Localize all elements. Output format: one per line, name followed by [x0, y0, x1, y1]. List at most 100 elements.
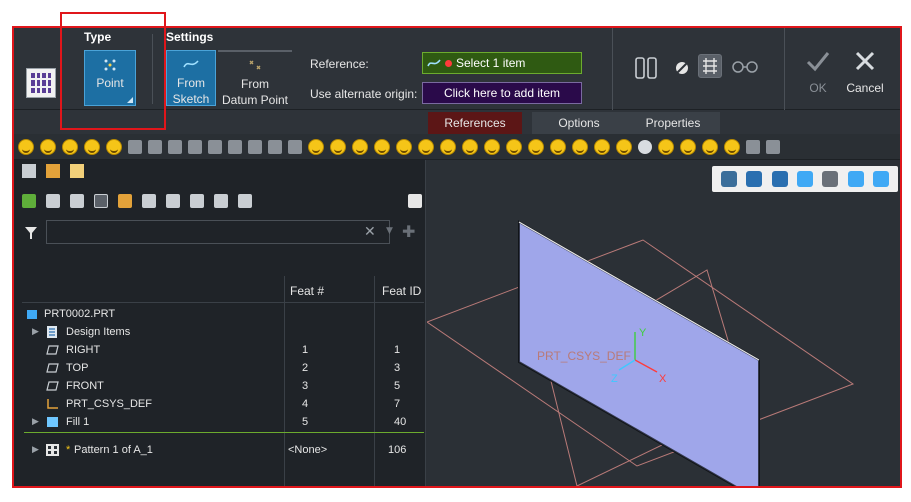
expand-arrow-icon[interactable]: ▶ — [32, 444, 39, 455]
smiley-icon[interactable] — [352, 138, 368, 155]
smiley-icon[interactable] — [84, 138, 100, 155]
measure-icon[interactable] — [746, 139, 760, 154]
ok-label: OK — [809, 81, 827, 95]
sphere-icon[interactable] — [638, 139, 652, 154]
smiley-icon[interactable] — [680, 138, 696, 155]
filter-icon[interactable] — [24, 226, 38, 240]
table-icon[interactable] — [166, 194, 180, 208]
smiley-icon[interactable] — [330, 138, 346, 155]
tab-references[interactable]: References — [428, 112, 522, 134]
window-icon[interactable] — [248, 139, 262, 154]
smiley-icon[interactable] — [702, 138, 718, 155]
graphics-viewport[interactable]: PRT_CSYS_DEF Y X Z — [427, 160, 900, 486]
header-divider — [22, 302, 424, 303]
from-sketch-button[interactable]: From Sketch — [166, 50, 216, 106]
tree-filter-icon[interactable] — [94, 194, 108, 208]
tree-item-name: Fill 1 — [66, 416, 90, 428]
smiley-icon[interactable] — [62, 138, 78, 155]
design-items-icon — [47, 326, 57, 338]
feat-id: 1 — [394, 344, 401, 356]
no-preview-icon[interactable] — [672, 58, 696, 82]
tree-row-design-items[interactable]: ▶ Design Items — [14, 324, 424, 342]
tab-options[interactable]: Options — [532, 112, 626, 134]
column-header-feat-num[interactable]: Feat # — [290, 284, 324, 298]
smiley-icon[interactable] — [440, 138, 456, 155]
cancel-button[interactable]: Cancel — [840, 50, 890, 95]
document-icon[interactable] — [408, 194, 422, 208]
feature-preview-icon[interactable] — [698, 54, 722, 78]
tree-item-name: PRT0002.PRT — [44, 308, 116, 320]
show-icon[interactable] — [142, 194, 156, 208]
smiley-icon[interactable] — [528, 138, 544, 155]
structure-icon[interactable] — [238, 194, 252, 208]
insert-here-line[interactable] — [24, 432, 424, 433]
list-icon[interactable] — [46, 194, 60, 208]
sketch-icon — [427, 59, 441, 67]
smiley-icon[interactable] — [418, 138, 434, 155]
smiley-icon[interactable] — [308, 138, 324, 155]
chevron-down-icon[interactable]: ▼ — [386, 226, 393, 236]
from-datum-label-line2: Datum Point — [221, 93, 289, 107]
ok-button[interactable]: OK — [798, 50, 838, 95]
save-icon[interactable] — [168, 139, 182, 154]
from-datum-point-button[interactable]: From Datum Point — [218, 50, 292, 107]
tree-item-name: FRONT — [66, 380, 104, 392]
tree-row-part[interactable]: PRT0002.PRT — [14, 306, 424, 324]
model-tree-tab-icon[interactable] — [22, 164, 36, 178]
add-filter-icon[interactable]: ✚ — [402, 222, 415, 241]
clear-search-icon[interactable]: ✕ — [364, 224, 376, 240]
reference-collector[interactable]: Select 1 item — [422, 52, 582, 74]
tree-row-right[interactable]: RIGHT 1 1 — [14, 342, 424, 360]
cancel-label: Cancel — [846, 81, 884, 95]
tab-properties[interactable]: Properties — [626, 112, 720, 134]
tree-row-front[interactable]: FRONT 3 5 — [14, 378, 424, 396]
expand-arrow-icon[interactable]: ▶ — [32, 416, 39, 427]
column-header-feat-id[interactable]: Feat ID — [382, 284, 421, 298]
sketch-tool-icon[interactable] — [268, 139, 282, 154]
smiley-icon[interactable] — [462, 138, 478, 155]
favorites-tab-icon[interactable] — [70, 164, 84, 178]
smiley-icon[interactable] — [724, 138, 740, 155]
analysis-icon[interactable] — [766, 139, 780, 154]
graphics-toolbar — [14, 134, 900, 160]
smiley-icon[interactable] — [374, 138, 390, 155]
smiley-icon[interactable] — [18, 138, 34, 155]
smiley-icon[interactable] — [572, 138, 588, 155]
smiley-icon[interactable] — [550, 138, 566, 155]
mapkey-icon[interactable] — [128, 139, 142, 154]
smiley-icon[interactable] — [484, 138, 500, 155]
y-axis-label: Y — [639, 327, 647, 339]
smiley-icon[interactable] — [506, 138, 522, 155]
pause-icon[interactable] — [634, 56, 658, 80]
sketch-icon — [183, 60, 199, 68]
tree-row-pattern[interactable]: ▶ * Pattern 1 of A_1 <None> 106 — [14, 442, 424, 460]
smiley-icon[interactable] — [594, 138, 610, 155]
tree-row-fill[interactable]: ▶ Fill 1 5 40 — [14, 414, 424, 432]
expand-arrow-icon[interactable]: ▶ — [32, 326, 39, 337]
group-divider — [612, 28, 613, 110]
open-icon[interactable] — [188, 139, 202, 154]
tree-row-csys[interactable]: PRT_CSYS_DEF 4 7 — [14, 396, 424, 414]
redo-icon[interactable] — [228, 139, 242, 154]
verify-glasses-icon[interactable] — [730, 58, 760, 82]
panel-tabs — [22, 164, 84, 178]
layers-icon[interactable] — [190, 194, 204, 208]
columns-icon[interactable] — [70, 194, 84, 208]
smiley-icon[interactable] — [396, 138, 412, 155]
smiley-icon[interactable] — [40, 138, 56, 155]
folder-browser-tab-icon[interactable] — [46, 164, 60, 178]
alternate-origin-collector[interactable]: Click here to add item — [422, 82, 582, 104]
search-input[interactable] — [46, 220, 390, 244]
datum-tool-icon[interactable] — [288, 139, 302, 154]
settings-icon[interactable] — [118, 194, 132, 208]
insert-icon[interactable] — [214, 194, 228, 208]
tree-row-top[interactable]: TOP 2 3 — [14, 360, 424, 378]
app-grid-icon[interactable] — [26, 68, 56, 98]
feat-num: 4 — [302, 398, 309, 410]
smiley-icon[interactable] — [106, 138, 122, 155]
regenerate-icon[interactable] — [208, 139, 222, 154]
smiley-icon[interactable] — [658, 138, 674, 155]
part-green-icon[interactable] — [22, 194, 36, 208]
new-file-icon[interactable] — [148, 139, 162, 154]
smiley-icon[interactable] — [616, 138, 632, 155]
